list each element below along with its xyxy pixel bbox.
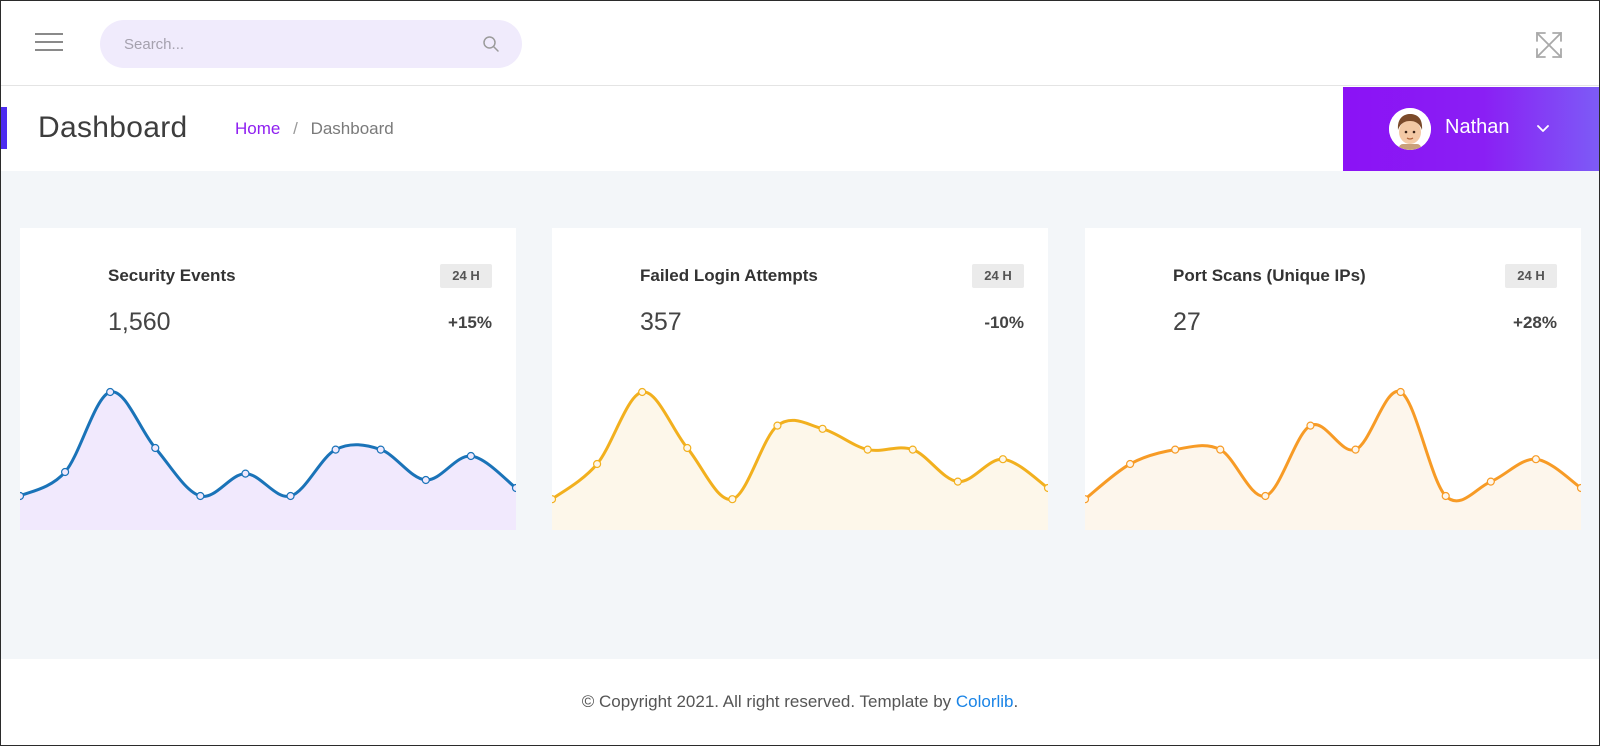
sparkline-point	[1171, 445, 1180, 454]
sparkline-point	[106, 387, 115, 397]
sparkline-point	[1441, 491, 1450, 501]
sparkline-point	[421, 475, 430, 485]
breadcrumb-current: Dashboard	[310, 119, 394, 138]
footer-period: .	[1013, 692, 1019, 711]
breadcrumb: Home / Dashboard	[235, 119, 394, 139]
sparkline-point	[638, 387, 647, 397]
footer: © Copyright 2021. All right reserved. Te…	[1, 659, 1599, 745]
sparkline-point	[511, 483, 516, 493]
sparkline-point	[592, 459, 602, 469]
sparkline-point	[1351, 445, 1360, 454]
card-change: -10%	[984, 313, 1024, 332]
sparkline-point	[818, 424, 827, 433]
menu-toggle-icon[interactable]	[35, 33, 65, 55]
main-content: Security Events 24 H 1,560 +15% Failed L…	[1, 171, 1599, 659]
sparkline-point	[286, 491, 295, 501]
sparkline-point	[1085, 495, 1090, 504]
sparkline-area	[552, 391, 1048, 530]
sparkline-point	[20, 491, 25, 501]
time-range-badge: 24 H	[440, 264, 492, 288]
sparkline-point	[998, 455, 1008, 464]
sparkline-area	[1085, 391, 1581, 530]
sparkline-point	[60, 467, 70, 477]
card-title: Failed Login Attempts	[640, 266, 818, 285]
breadcrumb-home-link[interactable]: Home	[235, 119, 280, 138]
sparkline-point	[953, 477, 962, 486]
sparkline-point	[466, 451, 476, 461]
search-input[interactable]	[124, 20, 454, 68]
sparkline-point	[863, 445, 872, 454]
sparkline-point	[1216, 445, 1225, 454]
sparkline-point	[1043, 483, 1048, 493]
footer-copyright: © Copyright 2021. All right reserved. Te…	[581, 692, 956, 711]
sparkline-chart	[552, 387, 1048, 530]
stat-card-failed-logins: Failed Login Attempts 24 H 357 -10%	[552, 228, 1048, 530]
sparkline-point	[1125, 459, 1135, 469]
sparkline-point	[908, 445, 917, 454]
user-name: Nathan	[1445, 116, 1510, 138]
avatar-face-icon	[1389, 108, 1431, 150]
avatar	[1389, 108, 1431, 150]
sparkline-point	[1261, 491, 1270, 501]
sparkline-point	[683, 443, 692, 453]
card-value: 357	[640, 308, 682, 336]
page-title: Dashboard	[38, 111, 188, 144]
card-title: Port Scans (Unique IPs)	[1173, 266, 1366, 285]
stat-card-port-scans: Port Scans (Unique IPs) 24 H 27 +28%	[1085, 228, 1581, 530]
sparkline-point	[1576, 483, 1581, 493]
breadcrumb-separator: /	[293, 119, 298, 138]
card-title: Security Events	[108, 266, 236, 285]
user-menu-button[interactable]: Nathan	[1343, 87, 1599, 171]
sparkline-point	[376, 445, 385, 454]
accent-bar	[1, 107, 7, 149]
sparkline-chart	[1085, 387, 1581, 530]
sparkline-point	[331, 445, 340, 454]
stat-card-security-events: Security Events 24 H 1,560 +15%	[20, 228, 516, 530]
chevron-down-icon	[1537, 125, 1549, 132]
search-icon[interactable]	[482, 35, 500, 53]
fullscreen-icon[interactable]	[1533, 29, 1565, 61]
card-value: 1,560	[108, 308, 171, 336]
sparkline-point	[1531, 455, 1541, 464]
sparkline-point	[1486, 477, 1495, 486]
sparkline-point	[196, 491, 205, 501]
sparkline-point	[151, 443, 160, 453]
sparkline-point	[1396, 387, 1405, 397]
sparkline-point	[1306, 421, 1315, 430]
sparkline-point	[728, 495, 737, 504]
time-range-badge: 24 H	[1505, 264, 1557, 288]
sparkline-point	[552, 495, 557, 504]
card-value: 27	[1173, 308, 1201, 336]
sparkline-point	[241, 469, 250, 478]
time-range-badge: 24 H	[972, 264, 1024, 288]
page-header: Dashboard Home / Dashboard Nathan	[1, 87, 1599, 171]
card-change: +28%	[1513, 313, 1557, 332]
card-change: +15%	[448, 313, 492, 332]
sparkline-point	[773, 421, 782, 430]
top-bar	[1, 1, 1599, 86]
sparkline-chart	[20, 387, 516, 530]
footer-colorlib-link[interactable]: Colorlib	[956, 692, 1014, 711]
search-box	[100, 20, 522, 68]
